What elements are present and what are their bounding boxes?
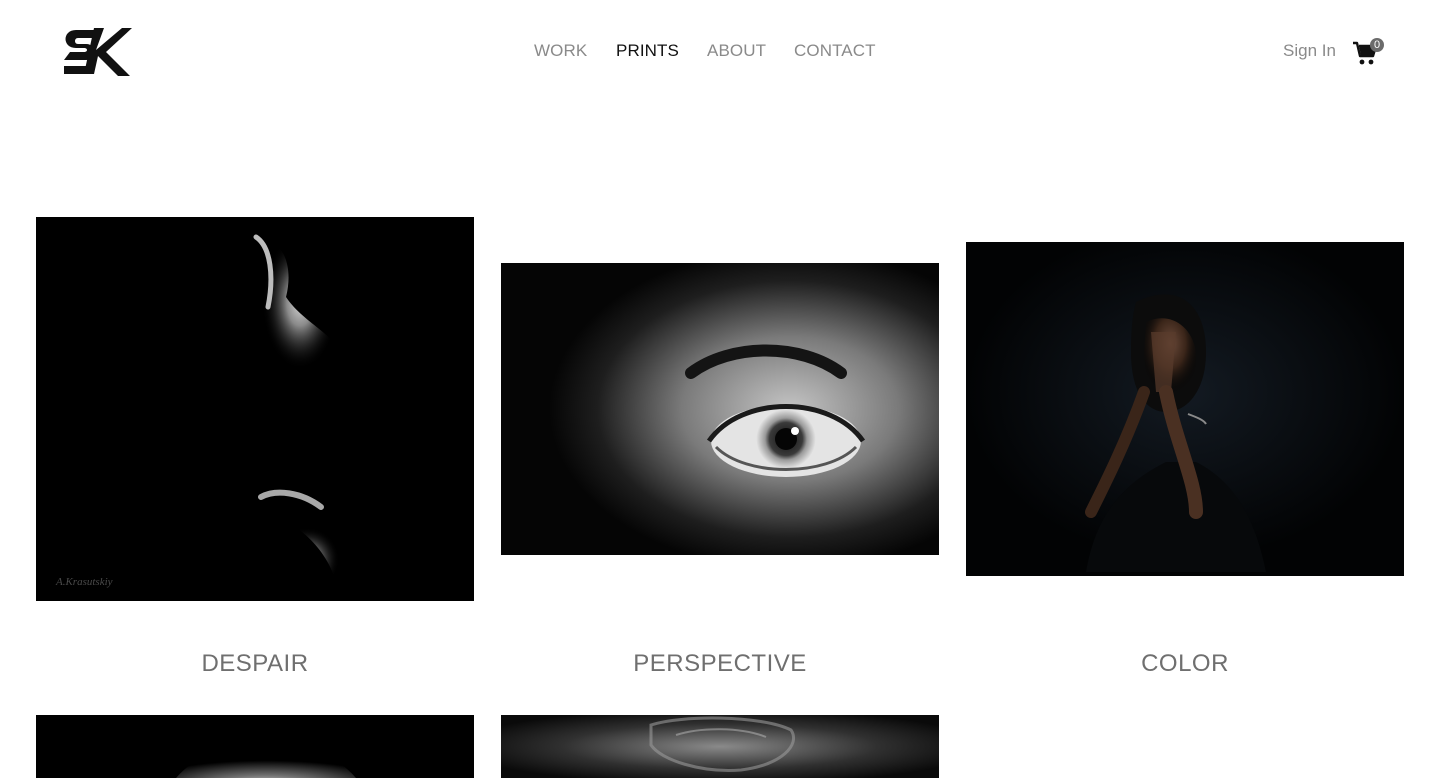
row2-photo-1 (36, 715, 474, 778)
nav-about[interactable]: ABOUT (707, 41, 766, 61)
print-image-row2-2[interactable] (501, 715, 939, 778)
despair-watermark: A.Krasutskiy (55, 576, 113, 588)
cart-count-badge: 0 (1370, 38, 1384, 52)
prints-page: WORK PRINTS ABOUT CONTACT Sign In 0 A.Kr… (0, 0, 1440, 778)
print-image-color[interactable] (966, 242, 1404, 576)
print-title-despair[interactable]: DESPAIR (36, 650, 474, 678)
perspective-photo (501, 263, 939, 555)
despair-photo: A.Krasutskiy (36, 217, 474, 601)
print-title-color[interactable]: COLOR (966, 650, 1404, 678)
nav-prints[interactable]: PRINTS (616, 41, 679, 61)
sign-in-link[interactable]: Sign In (1283, 41, 1336, 61)
color-photo (966, 242, 1404, 576)
print-image-perspective[interactable] (501, 263, 939, 555)
nav-work[interactable]: WORK (534, 41, 587, 61)
print-image-despair[interactable]: A.Krasutskiy (36, 217, 474, 601)
print-title-perspective[interactable]: PERSPECTIVE (501, 650, 939, 678)
nav-contact[interactable]: CONTACT (794, 41, 876, 61)
cart-button[interactable]: 0 (1352, 38, 1386, 66)
print-image-row2-1[interactable] (36, 715, 474, 778)
main-nav: WORK PRINTS ABOUT CONTACT (0, 41, 1440, 65)
row2-photo-2 (501, 715, 939, 778)
